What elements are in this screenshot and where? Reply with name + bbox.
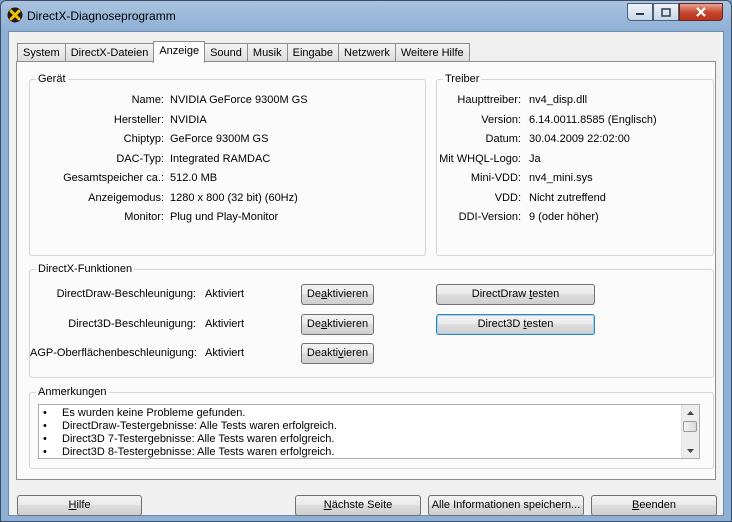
scroll-down-arrow[interactable] [683,444,698,457]
tab-music[interactable]: Musik [246,43,288,62]
tab-network[interactable]: Netzwerk [338,43,396,62]
next-page-button[interactable]: Nächste Seite [295,495,421,516]
exit-button[interactable]: Beenden [591,495,717,516]
device-row-label: Anzeigemodus: [88,191,164,204]
driver-row-label: Mini-VDD: [470,172,521,184]
note-text: DirectDraw-Testergebnisse: Alle Tests wa… [62,420,337,432]
feature-status-direct3d: Aktiviert [205,318,245,330]
tab-more-help[interactable]: Weitere Hilfe [394,43,470,62]
device-row-label: Hersteller: [113,113,164,126]
driver-row-label: Haupttreiber: [457,94,521,106]
device-row-value: 1280 x 800 (32 bit) (60Hz) [170,191,298,204]
note-list-item: • Es wurden keine Probleme gefunden. [39,407,683,420]
disable-directdraw-button[interactable]: Deaktivieren [301,284,374,305]
driver-row-value: nv4_disp.dll [529,94,588,106]
device-row-value: 512.0 MB [170,172,218,184]
device-group-title: Gerät [36,73,68,85]
minimize-icon [636,13,644,15]
tab-strip: System DirectX-Dateien Anzeige Sound Mus… [17,41,470,63]
note-text: Direct3D 8-Testergebnisse: Alle Tests wa… [62,446,335,458]
device-row-label: Gesamtspeicher ca.: [63,172,164,184]
arrow-up-icon [687,410,694,415]
tab-sound[interactable]: Sound [204,43,248,62]
test-directdraw-button[interactable]: DirectDraw testen [436,284,595,305]
device-row-label: Monitor: [124,211,164,223]
note-list-item: • DirectDraw-Testergebnisse: Alle Tests w… [39,420,683,433]
device-row-value: NVIDIA [170,113,207,126]
arrow-down-icon [687,448,694,453]
disable-agp-button[interactable]: Deaktivieren [301,343,374,364]
tab-input[interactable]: Eingabe [286,43,340,62]
device-row-label: Name: [131,94,164,106]
tab-system[interactable]: System [17,43,66,62]
device-row-value: Plug und Play-Monitor [170,211,279,223]
driver-row-value: 30.04.2009 22:02:00 [529,133,630,145]
note-bullet: • [43,420,47,432]
note-list-item: • Direct3D 7-Testergebnisse: Alle Tests w… [39,433,683,446]
feature-label-agp: AGP-Oberflächenbeschleunigung: [30,347,197,359]
maximize-icon [661,7,671,17]
close-button[interactable] [679,3,723,21]
tab-directx-files[interactable]: DirectX-Dateien [64,43,155,62]
maximize-button[interactable] [653,3,679,21]
device-row-value: NVIDIA GeForce 9300M GS [170,94,308,106]
display-tab-panel: Gerät Name: NVIDIA GeForce 9300M GS Herste… [16,61,716,480]
driver-row-label: Version: [481,113,521,126]
driver-row-value: Ja [529,152,541,165]
features-group-title: DirectX-Funktionen [36,263,135,275]
notes-listbox[interactable]: • Es wurden keine Probleme gefunden. • Dire… [38,404,700,459]
minimize-button[interactable] [627,3,653,21]
title-bar[interactable]: DirectX-Diagnoseprogramm [1,1,731,31]
feature-label-direct3d: Direct3D-Beschleunigung: [68,318,196,330]
client-area: System DirectX-Dateien Anzeige Sound Mus… [8,31,724,516]
notes-group-title: Anmerkungen [36,386,109,398]
feature-status-directdraw: Aktiviert [205,288,245,300]
device-row-label: DAC-Typ: [116,152,164,165]
scroll-up-arrow[interactable] [683,406,698,419]
note-bullet: • [43,446,47,458]
driver-row-label: VDD: [494,191,521,204]
feature-status-agp: Aktiviert [205,347,245,359]
close-icon [696,7,706,17]
note-text: Direct3D 7-Testergebnisse: Alle Tests wa… [62,433,335,445]
notes-group: Anmerkungen • Es wurden keine Probleme ge… [29,386,714,469]
driver-row-label: Datum: [485,133,521,145]
note-bullet: • [43,407,47,419]
window-title: DirectX-Diagnoseprogramm [27,9,176,23]
help-button[interactable]: Hilfe [17,495,142,516]
driver-group: Treiber Haupttreiber: nv4_disp.dll Version… [436,73,714,256]
device-row-value: Integrated RAMDAC [170,152,271,165]
tab-display[interactable]: Anzeige [153,41,206,63]
driver-row-value: 6.14.0011.8585 (Englisch) [529,113,657,126]
device-group: Gerät Name: NVIDIA GeForce 9300M GS Herste… [29,73,426,256]
directx-features-group: DirectX-Funktionen DirectDraw-Beschleuni… [29,263,714,378]
device-row-value: GeForce 9300M GS [170,133,269,145]
driver-row-value: nv4_mini.sys [529,172,593,184]
device-row-label: Chiptyp: [123,133,164,145]
driver-row-label: DDI-Version: [458,211,521,223]
directx-icon [7,7,23,23]
driver-row-value: Nicht zutreffend [529,191,606,204]
dxdiag-window: DirectX-Diagnoseprogramm System DirectX-… [0,0,732,522]
save-all-info-button[interactable]: Alle Informationen speichern... [428,495,584,516]
note-bullet: • [43,433,47,445]
notes-scrollbar[interactable] [681,405,699,458]
feature-label-directdraw: DirectDraw-Beschleunigung: [56,288,196,300]
disable-direct3d-button[interactable]: Deaktivieren [301,314,374,335]
driver-row-label: Mit WHQL-Logo: [439,152,521,165]
note-text: Es wurden keine Probleme gefunden. [62,407,246,419]
driver-row-value: 9 (oder höher) [529,211,599,223]
note-list-item: • Direct3D 8-Testergebnisse: Alle Tests w… [39,446,683,459]
driver-group-title: Treiber [443,73,482,85]
scroll-thumb[interactable] [683,421,697,432]
test-direct3d-button[interactable]: Direct3D testen [436,314,595,335]
